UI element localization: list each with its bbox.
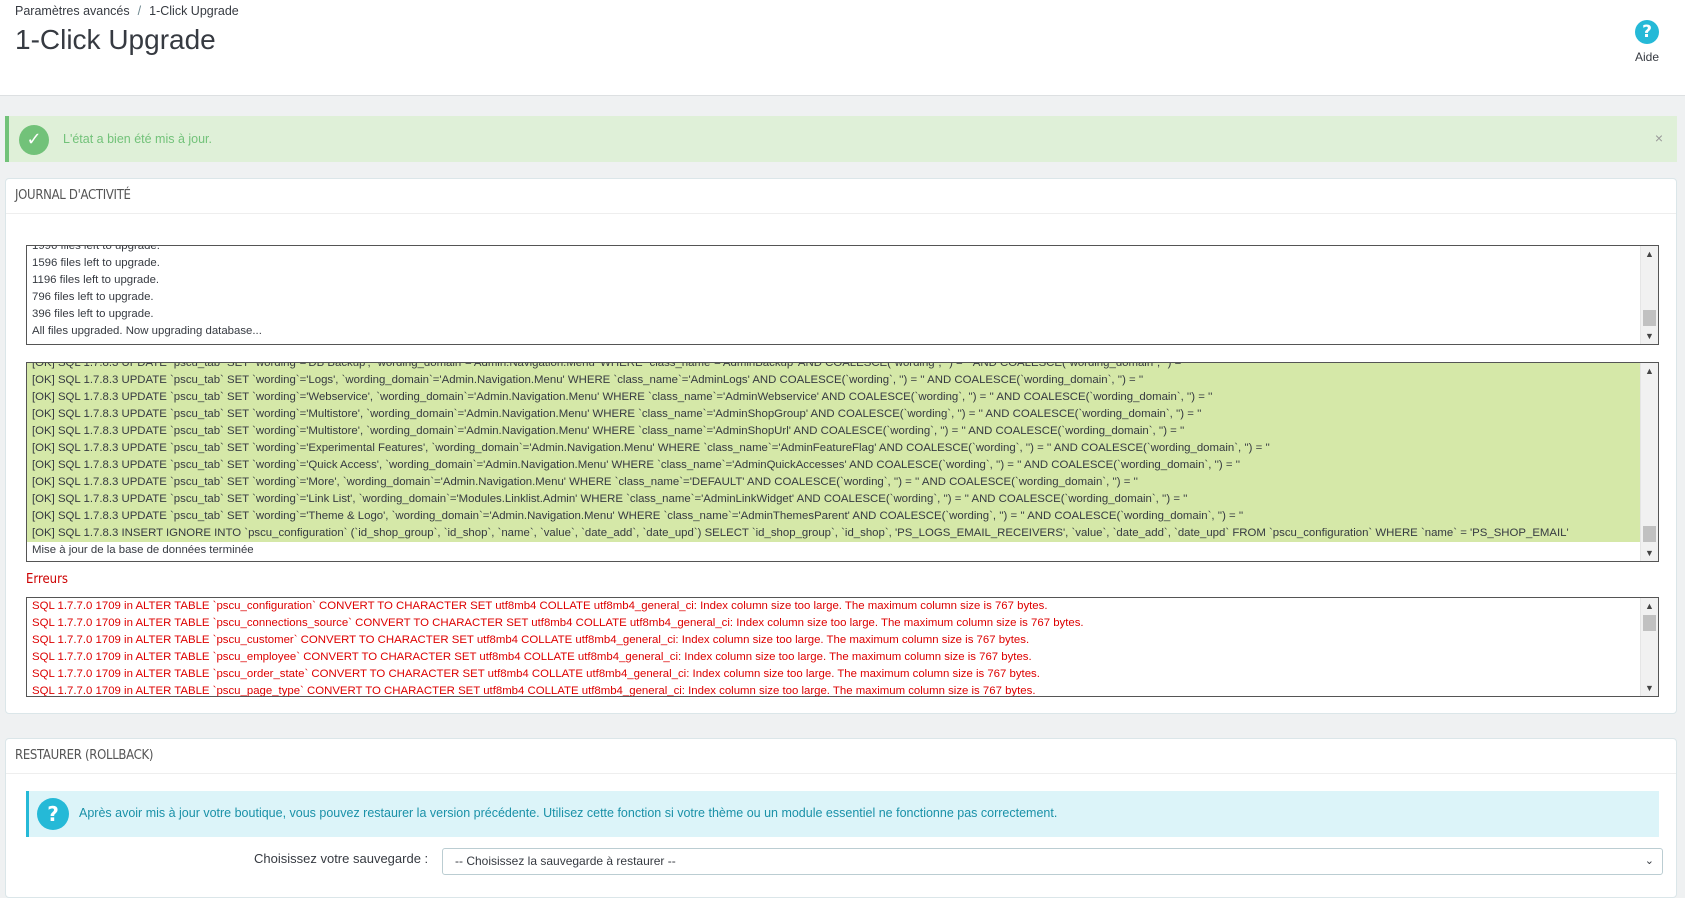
progress-log-scrollbar[interactable]: ▲ ▼ (1640, 246, 1658, 344)
close-alert-button[interactable]: × (1655, 130, 1663, 146)
log-line: [OK] SQL 1.7.8.3 UPDATE `pscu_tab` SET `… (27, 440, 1640, 457)
rollback-panel: RESTAURER (ROLLBACK) ? Après avoir mis à… (5, 738, 1677, 898)
backup-select[interactable]: -- Choisissez la sauvegarde à restaurer … (442, 848, 1663, 875)
backup-select-value: -- Choisissez la sauvegarde à restaurer … (455, 854, 676, 868)
backup-select-label: Choisissez votre sauvegarde : (254, 851, 429, 866)
log-line: [OK] SQL 1.7.8.3 UPDATE `pscu_tab` SET `… (27, 474, 1640, 491)
scroll-thumb[interactable] (1643, 310, 1656, 326)
rollback-heading: RESTAURER (ROLLBACK) (6, 739, 1676, 774)
errors-log-box[interactable]: SQL 1.7.7.0 1709 in ALTER TABLE `pscu_co… (26, 597, 1659, 697)
log-line: 396 files left to upgrade. (32, 308, 154, 320)
log-line: [OK] SQL 1.7.8.3 UPDATE `pscu_tab` SET `… (27, 389, 1640, 406)
scroll-thumb[interactable] (1643, 526, 1656, 542)
sql-done-line: Mise à jour de la base de données termin… (32, 544, 254, 556)
activity-log-heading: JOURNAL D'ACTIVITÉ (6, 179, 1676, 214)
page-header: Paramètres avancés / 1-Click Upgrade 1-Cli… (0, 0, 1685, 96)
log-line: SQL 1.7.7.0 1709 in ALTER TABLE `pscu_or… (32, 668, 1040, 680)
chevron-down-icon: ⌄ (1644, 855, 1654, 867)
progress-log-lines: 1996 files left to upgrade. 1596 files le… (27, 245, 1640, 340)
log-line: [OK] SQL 1.7.8.3 UPDATE `pscu_tab` SET `… (27, 491, 1640, 508)
log-line: SQL 1.7.7.0 1709 in ALTER TABLE `pscu_co… (32, 617, 1084, 629)
log-line: [OK] SQL 1.7.8.3 UPDATE `pscu_tab` SET `… (27, 508, 1640, 525)
question-icon: ? (1635, 20, 1659, 44)
log-line: [OK] SQL 1.7.8.3 INSERT IGNORE INTO `psc… (27, 525, 1640, 542)
log-line: SQL 1.7.7.0 1709 in ALTER TABLE `pscu_pa… (32, 685, 1036, 697)
rollback-info-message: Après avoir mis à jour votre boutique, v… (79, 806, 1058, 820)
help-button[interactable]: ? Aide (1627, 20, 1667, 64)
scroll-down-icon[interactable]: ▼ (1641, 545, 1658, 561)
log-line: 796 files left to upgrade. (32, 291, 154, 303)
log-line: 1596 files left to upgrade. (32, 257, 160, 269)
check-icon: ✓ (19, 125, 49, 155)
log-line: SQL 1.7.7.0 1709 in ALTER TABLE `pscu_cu… (32, 634, 1030, 646)
sql-log-scrollbar[interactable]: ▲ ▼ (1640, 363, 1658, 561)
breadcrumb-parent-link[interactable]: Paramètres avancés (15, 4, 130, 18)
scroll-up-icon[interactable]: ▲ (1641, 246, 1658, 262)
log-line: [OK] SQL 1.7.8.3 UPDATE `pscu_tab` SET `… (27, 363, 1640, 372)
help-label: Aide (1634, 50, 1660, 64)
activity-log-panel: JOURNAL D'ACTIVITÉ 1996 files left to up… (5, 178, 1677, 714)
log-line: All files upgraded. Now upgrading databa… (32, 325, 262, 337)
page-title: 1-Click Upgrade (15, 24, 216, 55)
success-message: L'état a bien été mis à jour. (63, 132, 213, 146)
scroll-down-icon[interactable]: ▼ (1641, 680, 1658, 696)
log-line: SQL 1.7.7.0 1709 in ALTER TABLE `pscu_em… (32, 651, 1032, 663)
rollback-info-alert: ? Après avoir mis à jour votre boutique,… (26, 791, 1659, 837)
success-alert: ✓ L'état a bien été mis à jour. × (5, 116, 1677, 162)
log-line: [OK] SQL 1.7.8.3 UPDATE `pscu_tab` SET `… (27, 406, 1640, 423)
log-line: SQL 1.7.7.0 1709 in ALTER TABLE `pscu_co… (32, 600, 1048, 612)
log-line: 1996 files left to upgrade. (32, 245, 160, 252)
breadcrumb-current: 1-Click Upgrade (149, 4, 239, 18)
errors-log-lines: SQL 1.7.7.0 1709 in ALTER TABLE `pscu_co… (27, 598, 1640, 697)
log-line: 1196 files left to upgrade. (32, 274, 160, 286)
scroll-up-icon[interactable]: ▲ (1641, 598, 1658, 614)
log-line: [OK] SQL 1.7.8.3 UPDATE `pscu_tab` SET `… (27, 372, 1640, 389)
log-line: [OK] SQL 1.7.8.3 UPDATE `pscu_tab` SET `… (27, 457, 1640, 474)
breadcrumb: Paramètres avancés / 1-Click Upgrade (15, 4, 239, 18)
errors-title: Erreurs (26, 572, 68, 587)
errors-log-scrollbar[interactable]: ▲ ▼ (1640, 598, 1658, 696)
question-icon: ? (37, 798, 69, 830)
sql-log-lines: [OK] SQL 1.7.8.3 UPDATE `pscu_tab` SET `… (27, 363, 1640, 559)
scroll-down-icon[interactable]: ▼ (1641, 328, 1658, 344)
progress-log-box[interactable]: 1996 files left to upgrade. 1596 files le… (26, 245, 1659, 345)
scroll-thumb[interactable] (1643, 615, 1656, 631)
sql-log-box[interactable]: [OK] SQL 1.7.8.3 UPDATE `pscu_tab` SET `… (26, 362, 1659, 562)
log-line: [OK] SQL 1.7.8.3 UPDATE `pscu_tab` SET `… (27, 423, 1640, 440)
scroll-up-icon[interactable]: ▲ (1641, 363, 1658, 379)
breadcrumb-separator: / (137, 4, 142, 18)
